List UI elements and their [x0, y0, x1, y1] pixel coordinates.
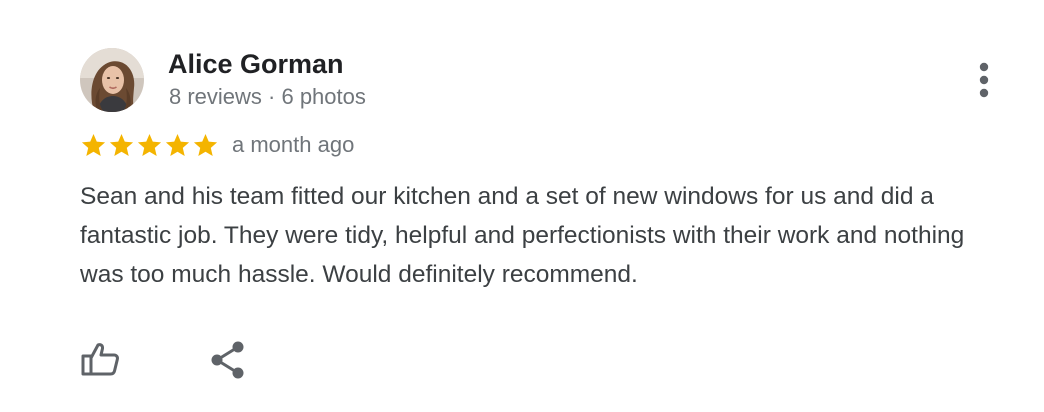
more-vert-icon	[979, 62, 989, 98]
star-icon	[81, 133, 106, 156]
star-icon	[193, 133, 218, 156]
author-name[interactable]: Alice Gorman	[168, 48, 344, 80]
more-options-button[interactable]	[966, 60, 1002, 100]
like-button[interactable]	[80, 340, 120, 380]
star-icon	[109, 133, 134, 156]
star-icon	[137, 133, 162, 156]
share-icon	[211, 341, 244, 379]
star-icon	[165, 133, 190, 156]
review-time: a month ago	[232, 132, 355, 157]
thumbs-up-icon	[81, 343, 119, 376]
review-card: Alice Gorman 8 reviews · 6 photos a mont…	[0, 0, 1044, 412]
author-meta[interactable]: 8 reviews · 6 photos	[169, 83, 366, 111]
review-text: Sean and his team fitted our kitchen and…	[80, 183, 965, 288]
share-button[interactable]	[208, 340, 248, 380]
stars	[80, 132, 220, 159]
user-avatar-icon	[80, 48, 144, 112]
avatar[interactable]	[80, 48, 144, 112]
star-rating	[80, 130, 220, 160]
